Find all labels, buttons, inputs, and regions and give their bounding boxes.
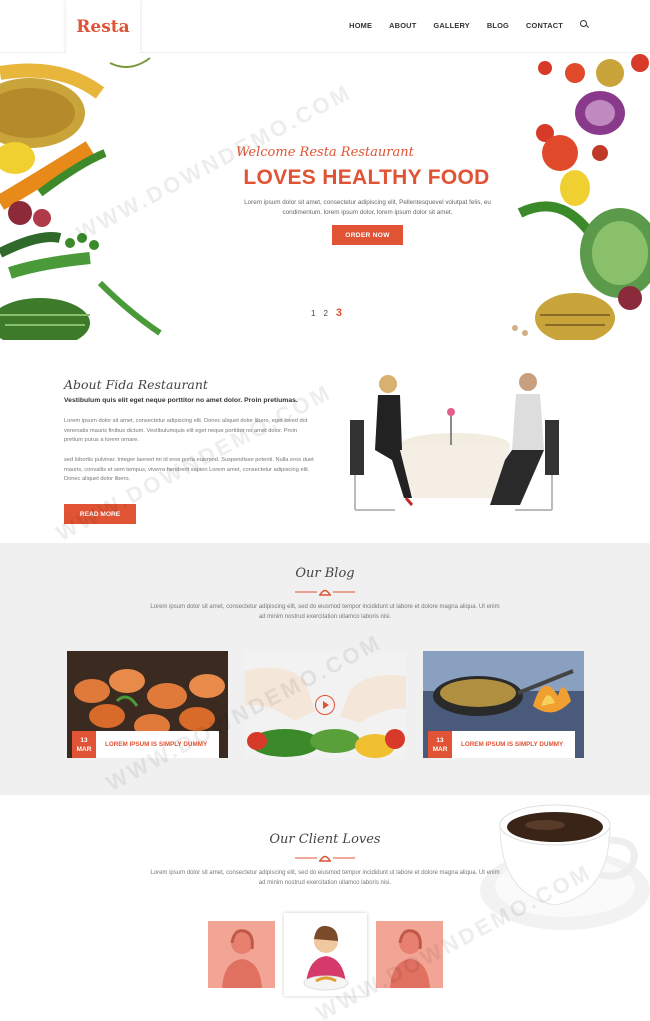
vegetables-right-image: [512, 54, 650, 340]
blog-card-caption: 13 MAR LOREM IPSUM IS SIMPLY DUMMY: [428, 731, 575, 758]
play-icon[interactable]: [315, 695, 335, 715]
about-paragraph-1: Lorem ipsum dolor sit amet, consectetur …: [64, 418, 308, 443]
blog-card[interactable]: 13 MAR LOREM IPSUM IS SIMPLY DUMMY: [423, 651, 584, 758]
client-avatar[interactable]: [208, 921, 275, 988]
hero-slider: Welcome Resta Restaurant LOVES HEALTHY F…: [0, 53, 650, 340]
order-now-button[interactable]: ORDER NOW: [332, 225, 403, 245]
clients-description: Lorem ipsum dolor sit amet, consectetur …: [150, 870, 500, 886]
nav-blog[interactable]: BLOG: [487, 21, 509, 30]
clients-section: Our Client Loves Lorem ipsum dolor sit a…: [0, 795, 650, 1021]
slide-page-1[interactable]: 1: [311, 309, 315, 318]
divider-icon: [295, 589, 355, 596]
slide-page-2[interactable]: 2: [323, 309, 327, 318]
blog-card-title[interactable]: LOREM IPSUM IS SIMPLY DUMMY: [461, 741, 563, 748]
date-month: MAR: [76, 746, 92, 753]
client-photo: [284, 913, 367, 996]
about-title: About Fida Restaurant: [64, 377, 208, 392]
client-avatar[interactable]: [376, 921, 443, 988]
nav-about[interactable]: ABOUT: [389, 21, 416, 30]
about-lead: Vestibulum quis elit eget neque porttito…: [64, 397, 298, 404]
site-header: Resta HOME ABOUT GALLERY BLOG CONTACT: [0, 0, 650, 53]
client-photo: [208, 921, 275, 988]
blog-card-caption: 13 MAR LOREM IPSUM IS SIMPLY DUMMY: [72, 731, 219, 758]
search-icon[interactable]: [580, 20, 590, 30]
date-month: MAR: [432, 746, 448, 753]
blog-card[interactable]: 13 MAR LOREM IPSUM IS SIMPLY DUMMY: [67, 651, 228, 758]
date-day: 13: [436, 737, 444, 744]
main-nav: HOME ABOUT GALLERY BLOG CONTACT: [349, 20, 590, 30]
blog-card-video[interactable]: [245, 651, 406, 758]
nav-home[interactable]: HOME: [349, 21, 372, 30]
blog-title: Our Blog: [295, 566, 355, 581]
slider-pagination: 1 2 3: [311, 307, 342, 319]
logo[interactable]: Resta: [76, 17, 129, 37]
divider-icon: [295, 855, 355, 862]
nav-contact[interactable]: CONTACT: [526, 21, 563, 30]
blog-description: Lorem ipsum dolor sit amet, consectetur …: [150, 604, 500, 620]
about-paragraph-2: sed lobortis pulvinar. Integer laoreet m…: [64, 457, 314, 482]
read-more-button[interactable]: READ MORE: [64, 504, 136, 524]
dining-couple-image: [350, 373, 559, 511]
nav-gallery[interactable]: GALLERY: [433, 21, 469, 30]
date-day: 13: [80, 737, 88, 744]
date-badge: 13 MAR: [72, 731, 96, 758]
client-avatar-active[interactable]: [284, 913, 367, 996]
blog-section: Our Blog Lorem ipsum dolor sit amet, con…: [0, 543, 650, 795]
logo-box[interactable]: Resta: [66, 0, 140, 53]
client-photo: [376, 921, 443, 988]
date-badge: 13 MAR: [428, 731, 452, 758]
slide-page-3[interactable]: 3: [336, 307, 342, 319]
hero-text: Lorem ipsum dolor sit amet, consectetur …: [244, 199, 491, 216]
blog-card-title[interactable]: LOREM IPSUM IS SIMPLY DUMMY: [105, 741, 207, 748]
clients-title: Our Client Loves: [269, 832, 381, 847]
vegetables-left-image: [0, 57, 162, 340]
about-section: About Fida Restaurant Vestibulum quis el…: [0, 340, 650, 543]
